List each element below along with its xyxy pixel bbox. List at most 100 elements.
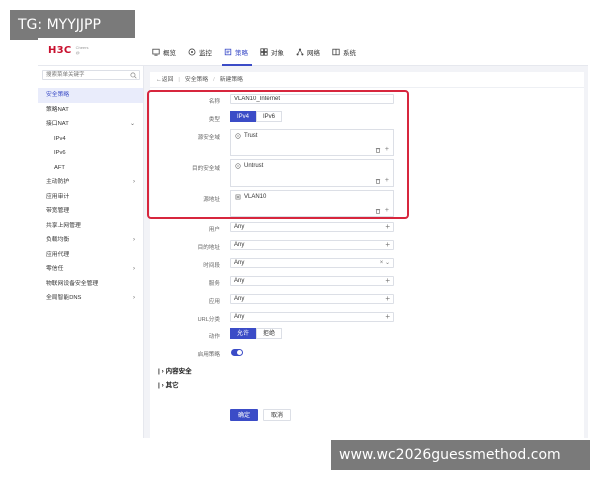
nav-network[interactable]: 网络 <box>296 46 320 58</box>
dst-addr-field[interactable]: Any + <box>230 240 394 250</box>
clear-chevron-icon[interactable]: × ⌄ <box>380 258 390 268</box>
sidebar-item-policy-nat[interactable]: 策略NAT <box>38 103 143 118</box>
policy-icon <box>224 48 232 56</box>
sidebar-item-load-balance[interactable]: 负载均衡 › <box>38 233 143 248</box>
top-bar: H3C Cheers @ 概览 监控 策略 对象 网络 系统 <box>38 38 588 66</box>
menu-search-input[interactable] <box>42 70 140 80</box>
nav-label: 概览 <box>163 50 176 57</box>
time-value: Any <box>234 260 245 266</box>
user-value: Any <box>234 224 245 230</box>
nav-policy[interactable]: 策略 <box>224 46 248 58</box>
watermark-bottom-right: www.wc2026guessmethod.com <box>331 440 590 470</box>
time-label: 时间段 <box>203 263 220 269</box>
sidebar-item-label: 接口NAT <box>46 121 69 127</box>
object-icon <box>260 48 268 56</box>
action-toggle: 允许 拒绝 <box>230 328 283 339</box>
enable-label: 启用策略 <box>197 352 220 358</box>
service-value: Any <box>234 278 245 284</box>
cancel-button[interactable]: 取消 <box>263 409 292 421</box>
app-value: Any <box>234 296 245 302</box>
dst-addr-value: Any <box>234 242 245 248</box>
time-select[interactable]: Any × ⌄ <box>230 258 394 268</box>
url-label: URL分类 <box>197 317 220 323</box>
add-icon[interactable]: + <box>385 294 390 304</box>
sidebar-item-label: IPv4 <box>54 135 66 142</box>
nav-system[interactable]: 系统 <box>332 46 356 58</box>
sidebar-item-app-proxy[interactable]: 应用代理 <box>38 248 143 263</box>
sidebar-item-zero-trust[interactable]: 零信任 › <box>38 262 143 277</box>
sidebar-item-active-protection[interactable]: 主动防护 › <box>38 175 143 190</box>
user-field[interactable]: Any + <box>230 222 394 232</box>
sidebar-item-shared-access[interactable]: 共享上网管理 <box>38 219 143 234</box>
sidebar: 安全策略 策略NAT 接口NAT ⌄ IPv4 IPv6 AFT 主动防护 › 应用… <box>38 66 144 438</box>
sidebar-item-label: 零信任 <box>46 266 64 272</box>
add-icon[interactable]: + <box>385 276 390 286</box>
chevron-right-icon: › <box>133 179 135 185</box>
sidebar-item-label: 全局智能DNS <box>46 295 82 301</box>
sidebar-item-iot-security[interactable]: 物联网设备安全管理 <box>38 277 143 292</box>
main-nav: 概览 监控 策略 对象 网络 系统 <box>152 46 356 58</box>
url-field[interactable]: Any + <box>230 312 394 322</box>
sidebar-item-label: 带宽管理 <box>46 208 70 214</box>
add-icon[interactable]: + <box>385 222 390 232</box>
logo-mark: H3C <box>48 45 72 56</box>
network-icon <box>296 48 304 56</box>
sidebar-item-aft[interactable]: AFT <box>38 161 143 176</box>
app-field[interactable]: Any + <box>230 294 394 304</box>
chevron-right-icon: › <box>133 295 135 301</box>
divider <box>150 87 584 88</box>
sidebar-item-app-audit[interactable]: 应用审计 <box>38 190 143 205</box>
url-value: Any <box>234 314 245 320</box>
chevron-right-icon: › <box>133 266 135 272</box>
nav-monitor[interactable]: 监控 <box>188 46 212 58</box>
sidebar-item-security-policy[interactable]: 安全策略 <box>38 88 143 103</box>
logo: H3C Cheers @ <box>48 45 88 56</box>
sidebar-item-global-dns[interactable]: 全局智能DNS › <box>38 291 143 306</box>
search-icon[interactable] <box>130 72 137 79</box>
sidebar-item-label: 负载均衡 <box>46 237 70 243</box>
sidebar-menu: 安全策略 策略NAT 接口NAT ⌄ IPv4 IPv6 AFT 主动防护 › 应用… <box>38 88 143 306</box>
sidebar-item-label: 安全策略 <box>46 92 70 98</box>
enable-switch[interactable] <box>231 349 243 356</box>
sidebar-item-label: IPv6 <box>54 150 66 156</box>
action-allow-button[interactable]: 允许 <box>230 328 257 339</box>
logo-subtext: Cheers @ <box>75 45 89 55</box>
nav-overview[interactable]: 概览 <box>152 46 176 58</box>
section-title: 其它 <box>165 382 179 389</box>
chevron-down-icon: ⌄ <box>129 121 135 127</box>
chevron-right-icon: › <box>133 237 135 243</box>
dashboard-icon <box>152 48 160 56</box>
monitor-icon <box>188 48 196 56</box>
section-content-security[interactable]: | › 内容安全 <box>158 365 192 375</box>
sidebar-item-label: 物联网设备安全管理 <box>46 280 99 287</box>
sidebar-item-bandwidth[interactable]: 带宽管理 <box>38 204 143 219</box>
breadcrumb: ←返回 | 安全策略 / 新建策略 <box>156 74 243 86</box>
sidebar-item-label: 应用代理 <box>46 251 70 258</box>
add-icon[interactable]: + <box>385 312 390 322</box>
nav-label: 监控 <box>199 50 212 57</box>
nav-label: 对象 <box>271 50 284 57</box>
nav-object[interactable]: 对象 <box>260 46 284 58</box>
section-other[interactable]: | › 其它 <box>158 379 179 389</box>
action-deny-button[interactable]: 拒绝 <box>256 328 283 339</box>
sidebar-item-ipv6[interactable]: IPv6 <box>38 146 143 161</box>
sidebar-item-label: AFT <box>54 164 65 171</box>
nav-label: 策略 <box>235 50 248 57</box>
ok-button[interactable]: 确定 <box>230 409 259 421</box>
sidebar-item-label: 应用审计 <box>46 193 70 200</box>
nav-label: 网络 <box>307 50 320 57</box>
sidebar-item-ipv4[interactable]: IPv4 <box>38 132 143 147</box>
user-label: 用户 <box>208 227 220 233</box>
back-link[interactable]: ←返回 <box>156 74 173 86</box>
add-icon[interactable]: + <box>385 240 390 250</box>
sidebar-item-label: 共享上网管理 <box>46 222 81 229</box>
system-icon <box>332 48 340 56</box>
breadcrumb-separator: | <box>178 77 180 83</box>
service-label: 服务 <box>208 281 220 287</box>
breadcrumb-security-policy[interactable]: 安全策略 <box>185 74 208 86</box>
breadcrumb-separator: / <box>213 77 215 83</box>
nav-active-indicator <box>222 64 252 66</box>
service-field[interactable]: Any + <box>230 276 394 286</box>
sidebar-item-interface-nat[interactable]: 接口NAT ⌄ <box>38 117 143 132</box>
sidebar-item-label: 策略NAT <box>46 106 69 113</box>
